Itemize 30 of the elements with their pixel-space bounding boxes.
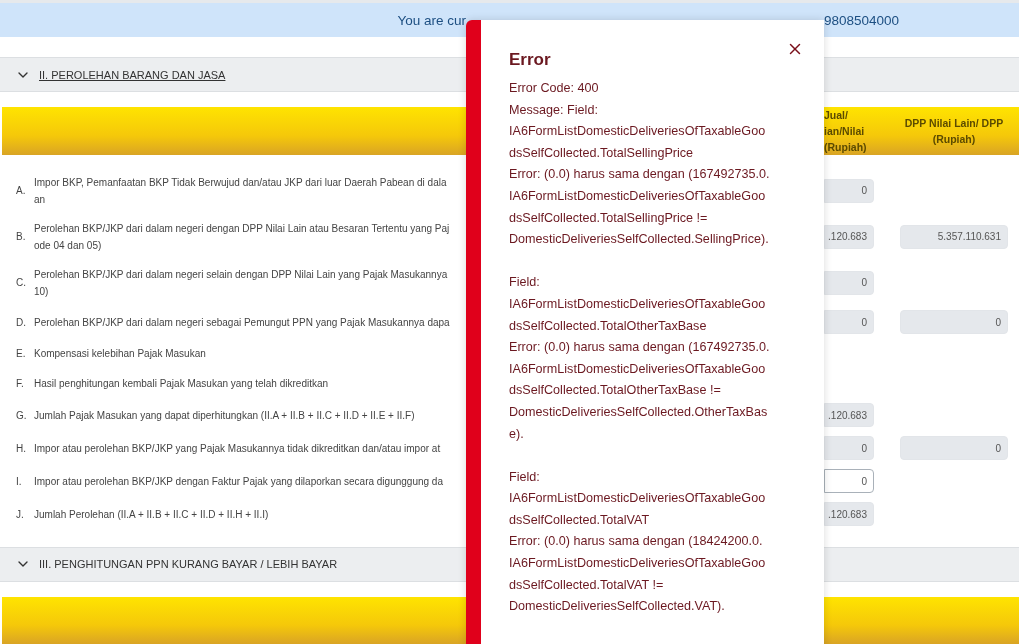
error-message: Field: IA6FormListDomesticDeliveriesOfTaxableGoo dsSelfCollected.TotalVAT Error: (0.0) harus sama dengan (18424200.0. IA6FormListDomesticDeliveriesOfTaxableGoo dsSelfCollected.TotalVAT != DomesticDeliveriesSelfCollected.VAT). — [509, 468, 767, 616]
column-header: Jual/ ian/Nilai (Rupiah) — [824, 107, 868, 155]
column-header: DPP Nilai Lain/ DPP (Rupiah) — [903, 115, 1005, 147]
error-message: Field: IA6FormListDomesticDeliveriesOfTaxableGoo dsSelfCollected.TotalOtherTaxBase Error: (0.0) harus sama dengan (167492735.0. IA6FormListDomesticDeliveriesOfTaxableGoo dsSelfCollected.TotalOtherTaxBase != DomesticDeliveriesSelfCollected.OtherTaxBas e). — [509, 274, 771, 443]
error-message: Error Code: 400 Message: Field: IA6FormListDomesticDeliveriesOfTaxableGoo dsSelfCollected.TotalSellingPrice Error: (0.0) harus sama dengan (167492735.0. IA6FormListDomesticDeliveriesOfTaxableGoo dsSelfCollected.TotalSellingPrice != DomesticDeliveriesSelfCollected.SellingPrice). — [509, 80, 771, 249]
row-letter: B. — [16, 230, 25, 245]
row-letter: I. — [16, 474, 23, 489]
section-title: II. PEROLEHAN BARANG DAN JASA — [39, 68, 226, 81]
row-label: Kompensasi kelebihan Pajak Masukan — [34, 347, 206, 362]
banner-text: 9808504000 — [824, 12, 901, 28]
row-label: Hasil penghitungan kembali Pajak Masukan yang telah dikreditkan — [34, 377, 329, 392]
row-label: Impor atau perolehan BKP/JKP yang Pajak Masukannya tidak dikreditkan dan/atau impor at — [34, 441, 441, 456]
row-letter: A. — [16, 184, 25, 199]
row-label: Perolehan BKP/JKP dari dalam negeri sebagai Pemungut PPN yang Pajak Masukannya dapa — [34, 315, 450, 330]
row-label: Jumlah Pajak Masukan yang dapat diperhitungkan (II.A + II.B + II.C + II.D + II.E + II.F) — [34, 408, 415, 423]
row-letter: F. — [16, 377, 25, 392]
row-letter: D. — [16, 315, 25, 330]
row-label: Perolehan BKP/JKP dari dalam negeri selain dengan DPP Nilai Lain yang Pajak Masukannya 10) — [34, 267, 448, 299]
row-letter: E. — [16, 347, 25, 362]
row-letter: C. — [16, 276, 25, 291]
row-label: Jumlah Perolehan (II.A + II.B + II.C + II.D + II.H + II.I) — [34, 507, 269, 522]
row-label: Perolehan BKP/JKP dari dalam negeri dengan DPP Nilai Lain atau Besaran Tertentu yang Paj ode 04 dan 05) — [34, 221, 450, 253]
row-label: Impor atau perolehan BKP/JKP dengan Faktur Pajak yang dilaporkan secara digunggung da — [34, 474, 443, 489]
banner-text: You are cur — [397, 12, 466, 28]
row-letter: J. — [16, 507, 25, 522]
section-title: III. PENGHITUNGAN PPN KURANG BAYAR / LEBIH BAYAR — [39, 558, 338, 571]
row-letter: H. — [16, 441, 25, 456]
dialog-title: Error — [509, 50, 552, 70]
row-letter: G. — [16, 408, 25, 423]
row-label: Impor BKP, Pemanfaatan BKP Tidak Berwujud dan/atau JKP dari luar Daerah Pabean di dala an — [34, 175, 447, 207]
